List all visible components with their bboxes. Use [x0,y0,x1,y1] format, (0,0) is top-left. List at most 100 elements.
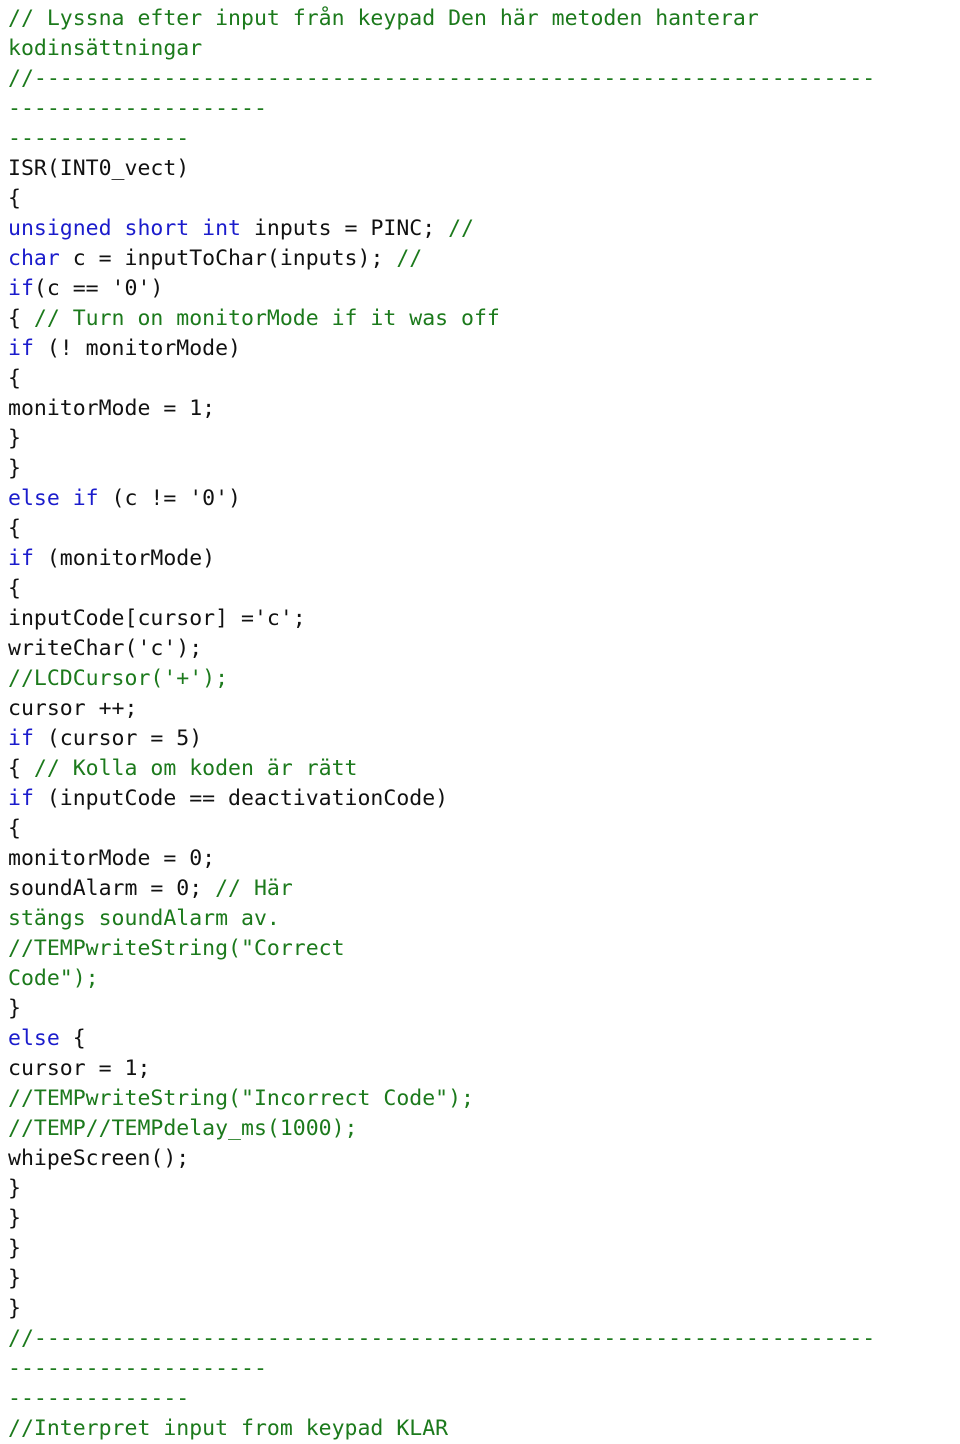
code-line: //--------------------------------------… [8,1324,960,1354]
code-line: { // Kolla om koden är rätt [8,754,960,784]
code-line: monitorMode = 1; [8,394,960,424]
code-token-cmt: // Lyssna efter input från keypad Den hä… [8,6,759,31]
code-line: soundAlarm = 0; // Här [8,874,960,904]
code-token-cmt: //Interpret input from keypad KLAR [8,1416,449,1441]
code-token-plain: (inputCode == deactivationCode) [33,786,449,811]
code-token-plain: (c == '0') [33,276,164,301]
code-line: { // Turn on monitorMode if it was off [8,304,960,334]
code-token-cmt: //LCDCursor('+'); [8,666,229,691]
code-token-kw: char [8,246,60,271]
code-token-cmt: stängs soundAlarm av. [8,906,280,931]
code-line: { [8,814,960,844]
code-line: } [8,1264,960,1294]
code-token-kw: unsigned short int [8,216,241,241]
code-token-cmt: kodinsättningar [8,36,203,61]
code-line: //Interpret input from keypad KLAR [8,1414,960,1444]
code-token-kw: if [8,276,34,301]
code-line: if (monitorMode) [8,544,960,574]
code-line: { [8,184,960,214]
code-line: -------------------- [8,1354,960,1384]
code-token-sep: //--------------------------------------… [8,66,876,91]
code-token-kw: if [8,726,34,751]
code-line: -------------------- [8,94,960,124]
code-token-plain: (c != '0') [98,486,241,511]
code-token-plain: } [8,426,21,451]
code-token-plain: inputs = PINC; [241,216,449,241]
code-line: cursor = 1; [8,1054,960,1084]
code-line: writeChar('c'); [8,634,960,664]
code-token-cmt: // Turn on monitorMode if it was off [33,306,500,331]
code-token-sep: //--------------------------------------… [8,1326,876,1351]
code-line: if(c == '0') [8,274,960,304]
code-line: unsigned short int inputs = PINC; // [8,214,960,244]
code-token-cmt: // [448,216,474,241]
code-line: } [8,1294,960,1324]
code-line: } [8,1174,960,1204]
code-token-cmt: //TEMP//TEMPdelay_ms(1000); [8,1116,358,1141]
code-token-plain: cursor ++; [8,696,138,721]
code-line: //--------------------------------------… [8,64,960,94]
code-line: } [8,1234,960,1264]
code-token-plain: { [8,576,21,601]
code-line: } [8,454,960,484]
code-token-kw: if [8,786,34,811]
code-line: whipeScreen(); [8,1144,960,1174]
code-line: //LCDCursor('+'); [8,664,960,694]
code-token-plain: ISR(INT0_vect) [8,156,190,181]
code-token-plain: { [59,1026,86,1051]
code-token-plain: } [8,456,21,481]
code-token-cmt: // Här [215,876,293,901]
code-line: monitorMode = 0; [8,844,960,874]
code-token-plain: { [8,186,21,211]
code-token-sep: -------------------- [8,1356,267,1381]
code-token-plain: (cursor = 5) [33,726,203,751]
code-line: //TEMPwriteString("Incorrect Code"); [8,1084,960,1114]
code-token-plain: { [8,516,21,541]
code-token-kw: if [8,336,34,361]
code-line: else { [8,1024,960,1054]
code-token-plain: whipeScreen(); [8,1146,190,1171]
code-token-plain: { [8,306,34,331]
code-line: //TEMPwriteString("Correct [8,934,960,964]
code-line: if (cursor = 5) [8,724,960,754]
code-line: if (inputCode == deactivationCode) [8,784,960,814]
code-line: char c = inputToChar(inputs); // [8,244,960,274]
code-token-sep: -------------- [8,126,190,151]
code-line: { [8,574,960,604]
code-line: } [8,1204,960,1234]
code-token-plain: { [8,756,34,781]
code-token-cmt: //TEMPwriteString("Correct [8,936,345,961]
code-token-plain: (! monitorMode) [33,336,241,361]
code-line: -------------- [8,124,960,154]
code-token-plain: (monitorMode) [33,546,216,571]
code-token-plain: monitorMode = 1; [8,396,216,421]
code-token-plain: } [8,1296,21,1321]
code-token-plain: cursor = 1; [8,1056,151,1081]
code-token-cmt: // Kolla om koden är rätt [33,756,358,781]
code-token-kw: if [8,546,34,571]
code-token-plain: } [8,1176,21,1201]
code-token-sep: -------------------- [8,96,267,121]
code-line: kodinsättningar [8,34,960,64]
code-token-plain: } [8,1236,21,1261]
code-token-plain: writeChar('c'); [8,636,203,661]
code-line: } [8,994,960,1024]
code-token-plain: { [8,366,21,391]
code-token-cmt: Code"); [8,966,99,991]
code-line: ISR(INT0_vect) [8,154,960,184]
code-line: Code"); [8,964,960,994]
code-token-plain: } [8,996,21,1021]
code-line: inputCode[cursor] ='c'; [8,604,960,634]
code-token-kw: else if [8,486,99,511]
code-line: stängs soundAlarm av. [8,904,960,934]
code-token-plain: } [8,1206,21,1231]
code-token-plain: soundAlarm = 0; [8,876,216,901]
code-line: } [8,424,960,454]
code-line: { [8,514,960,544]
code-token-plain: { [8,816,21,841]
code-line: //TEMP//TEMPdelay_ms(1000); [8,1114,960,1144]
code-token-cmt: //TEMPwriteString("Incorrect Code"); [8,1086,474,1111]
code-token-plain: inputCode[cursor] ='c'; [8,606,306,631]
code-token-plain: c = inputToChar(inputs); [59,246,397,271]
code-line: // Lyssna efter input från keypad Den hä… [8,4,960,34]
